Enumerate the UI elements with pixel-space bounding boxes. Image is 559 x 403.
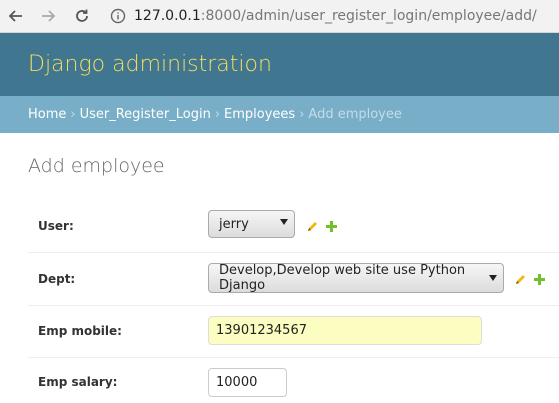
back-arrow-icon — [8, 10, 22, 22]
user-select[interactable]: jerry — [208, 210, 295, 238]
forward-button[interactable] — [38, 6, 58, 26]
edit-dept-button[interactable] — [514, 273, 527, 286]
add-user-button[interactable] — [325, 220, 338, 233]
emp-salary-input[interactable]: 10000 — [208, 368, 287, 397]
emp-salary-value: 10000 — [216, 375, 258, 390]
user-label: User: — [38, 219, 74, 233]
emp-mobile-input[interactable]: 13901234567 — [208, 316, 482, 345]
pencil-icon — [308, 222, 317, 231]
forward-arrow-icon — [42, 10, 56, 22]
edit-user-button[interactable] — [306, 220, 319, 233]
form-row-dept: Dept: Develop,Develop web site use Pytho… — [28, 253, 559, 306]
chevron-down-icon — [489, 275, 497, 281]
back-button[interactable] — [6, 6, 26, 26]
admin-header: Django administration — [0, 33, 559, 96]
emp-mobile-label: Emp mobile: — [38, 324, 122, 338]
plus-icon — [326, 221, 337, 232]
url-host: 127.0.0.1 — [134, 8, 201, 24]
dept-label: Dept: — [38, 272, 76, 286]
form-row-user: User: jerry — [28, 199, 559, 253]
breadcrumb-app[interactable]: User_Register_Login — [80, 107, 211, 122]
pencil-icon — [516, 275, 525, 284]
breadcrumb-separator: › — [70, 107, 76, 122]
dept-select[interactable]: Develop,Develop web site use Python Djan… — [208, 263, 504, 293]
reload-button[interactable] — [72, 6, 92, 26]
breadcrumb-separator: › — [214, 107, 221, 122]
user-select-value: jerry — [219, 216, 249, 232]
reload-icon — [76, 9, 88, 22]
form-row-emp-salary: Emp salary: 10000 — [28, 358, 559, 403]
breadcrumb-separator: › — [299, 107, 305, 122]
emp-salary-label: Emp salary: — [38, 375, 118, 389]
breadcrumb-current: Add employee — [308, 107, 402, 122]
address-bar[interactable]: 127.0.0.1:8000/admin/user_register_login… — [110, 4, 537, 28]
chevron-down-icon — [280, 219, 288, 225]
info-icon[interactable] — [110, 8, 126, 24]
dept-select-value: Develop,Develop web site use Python Djan… — [219, 263, 466, 293]
breadcrumb: Home › User_Register_Login › Employees › Add e… — [0, 96, 559, 133]
plus-icon — [534, 274, 545, 285]
form-row-emp-mobile: Emp mobile: 13901234567 — [28, 306, 559, 358]
add-dept-button[interactable] — [533, 273, 546, 286]
page-title: Add employee — [28, 155, 165, 177]
breadcrumb-model[interactable]: Employees — [224, 107, 295, 122]
site-branding[interactable]: Django administration — [28, 52, 272, 77]
emp-mobile-value: 13901234567 — [216, 323, 307, 338]
url-path: :8000/admin/user_register_login/employee… — [200, 8, 537, 24]
browser-toolbar: 127.0.0.1:8000/admin/user_register_login… — [0, 0, 559, 33]
breadcrumb-home[interactable]: Home — [28, 107, 66, 122]
